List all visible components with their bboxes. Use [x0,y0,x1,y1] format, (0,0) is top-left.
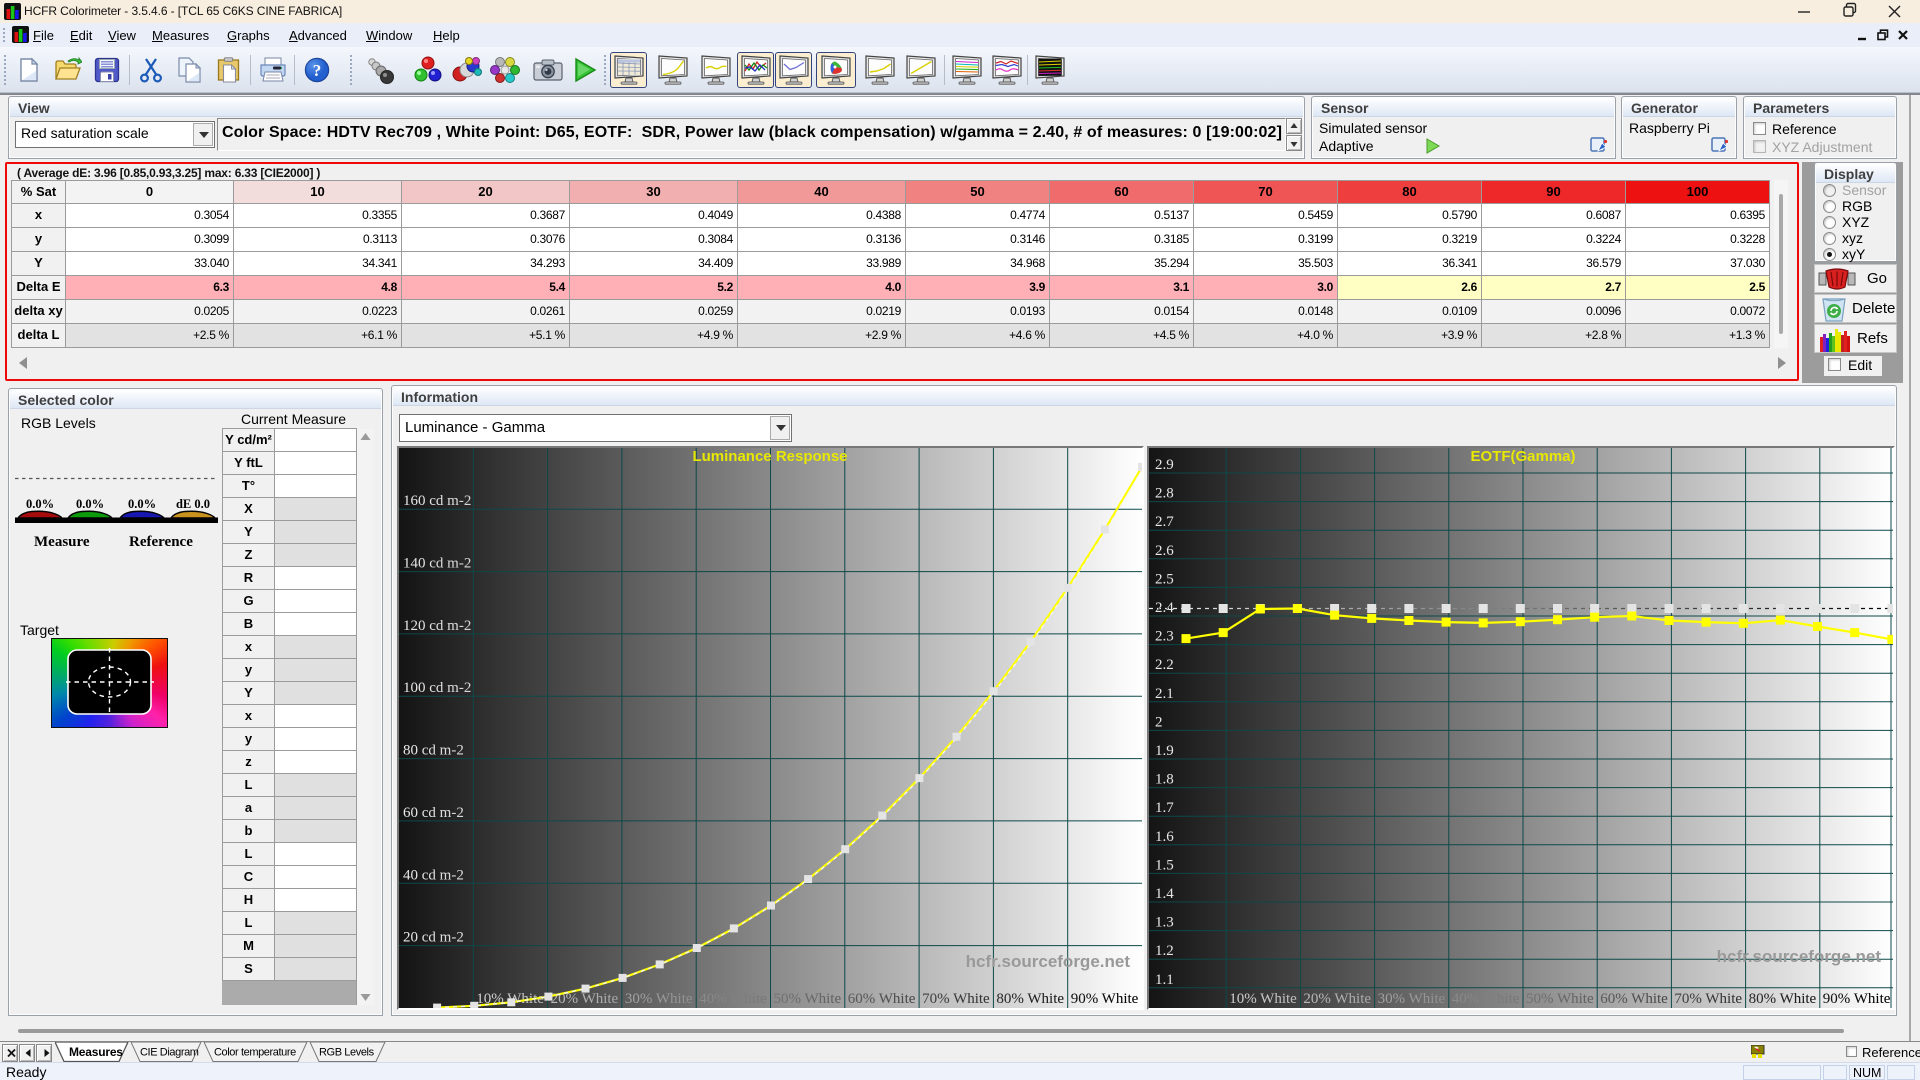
svg-text:60% White: 60% White [848,991,916,1007]
svg-text:0.0%: 0.0% [26,497,54,511]
svg-text:20% White: 20% White [1303,991,1371,1007]
svg-text:50% White: 50% White [774,991,842,1007]
svg-text:hcfr.sourceforge.net: hcfr.sourceforge.net [966,952,1131,971]
svg-text:1.6: 1.6 [1155,829,1174,845]
svg-text:Color temperature: Color temperature [214,1047,296,1059]
svg-text:160 cd m-2: 160 cd m-2 [403,493,471,509]
svg-text:0.0%: 0.0% [76,497,104,511]
svg-text:dE 0.0: dE 0.0 [176,497,210,511]
svg-text:30% White: 30% White [1378,991,1446,1007]
svg-text:hcfr.sourceforge.net: hcfr.sourceforge.net [1717,947,1882,966]
svg-text:100 cd m-2: 100 cd m-2 [403,680,471,696]
svg-text:80% White: 80% White [1749,991,1817,1007]
svg-text:120 cd m-2: 120 cd m-2 [403,618,471,634]
svg-text:1.3: 1.3 [1155,915,1174,931]
svg-text:?: ? [312,61,321,80]
svg-text:10% White: 10% White [1229,991,1297,1007]
svg-text:2.7: 2.7 [1155,514,1174,530]
svg-text:1.5: 1.5 [1155,857,1174,873]
svg-text:140 cd m-2: 140 cd m-2 [403,556,471,572]
svg-text:90% White: 90% White [1823,991,1891,1007]
svg-text:40% White: 40% White [1452,991,1520,1007]
svg-text:1.1: 1.1 [1155,972,1174,988]
svg-text:1.7: 1.7 [1155,800,1174,816]
svg-text:50% White: 50% White [1526,991,1594,1007]
svg-text:30% White: 30% White [625,991,693,1007]
svg-text:60% White: 60% White [1600,991,1668,1007]
svg-text:EOTF(Gamma): EOTF(Gamma) [1470,448,1575,465]
svg-text:Luminance Response: Luminance Response [692,448,847,465]
svg-text:1.8: 1.8 [1155,772,1174,788]
svg-text:2.8: 2.8 [1155,486,1174,502]
svg-text:2.5: 2.5 [1155,571,1174,587]
svg-text:90% White: 90% White [1071,991,1139,1007]
svg-text:70% White: 70% White [1674,991,1742,1007]
svg-text:2.2: 2.2 [1155,657,1174,673]
svg-text:2: 2 [1155,714,1163,730]
svg-text:0.0%: 0.0% [128,497,156,511]
svg-text:CIE Diagram: CIE Diagram [140,1047,199,1059]
svg-text:1.4: 1.4 [1155,886,1174,902]
svg-text:2.9: 2.9 [1155,457,1174,473]
svg-text:60 cd m-2: 60 cd m-2 [403,805,464,821]
svg-text:2.3: 2.3 [1155,629,1174,645]
svg-text:40 cd m-2: 40 cd m-2 [403,867,464,883]
svg-text:1.9: 1.9 [1155,743,1174,759]
svg-text:40% White: 40% White [699,991,767,1007]
svg-text:20 cd m-2: 20 cd m-2 [403,930,464,946]
svg-text:Measures: Measures [69,1045,123,1059]
svg-text:2.1: 2.1 [1155,686,1174,702]
svg-text:80% White: 80% White [996,991,1064,1007]
svg-text:RGB Levels: RGB Levels [319,1047,375,1059]
svg-text:80 cd m-2: 80 cd m-2 [403,743,464,759]
svg-text:70% White: 70% White [922,991,990,1007]
svg-text:2.6: 2.6 [1155,543,1174,559]
svg-text:1.2: 1.2 [1155,943,1174,959]
